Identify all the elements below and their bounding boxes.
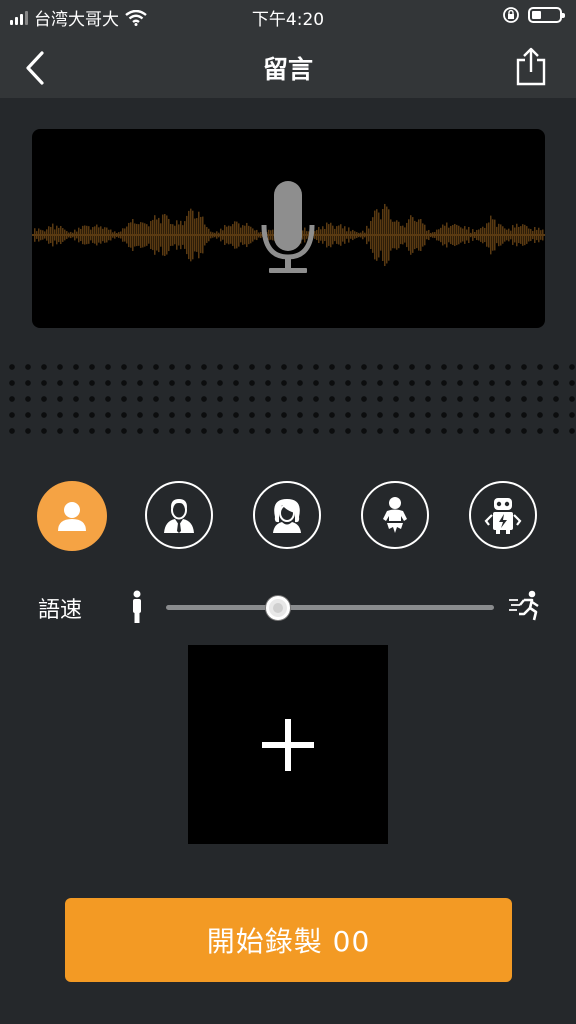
plus-icon bbox=[262, 718, 314, 771]
voice-man-button[interactable] bbox=[145, 481, 213, 549]
running-icon bbox=[509, 590, 539, 621]
speed-slider-thumb[interactable] bbox=[265, 596, 290, 620]
person-icon bbox=[58, 502, 86, 531]
voice-baby-button[interactable] bbox=[361, 481, 429, 549]
voice-selector bbox=[0, 481, 576, 553]
walking-icon bbox=[133, 590, 141, 623]
status-right bbox=[502, 6, 565, 24]
man-icon bbox=[164, 499, 194, 533]
nav-bar: 留言 bbox=[0, 34, 576, 98]
voice-default-button[interactable] bbox=[37, 481, 107, 551]
voice-robot-button[interactable] bbox=[469, 481, 537, 549]
waveform-panel bbox=[32, 129, 545, 328]
speed-label: 語速 bbox=[38, 598, 83, 623]
share-icon[interactable] bbox=[514, 46, 548, 86]
status-bar: 台湾大哥大 下午4:20 bbox=[0, 0, 576, 34]
microphone-icon[interactable] bbox=[32, 129, 545, 328]
baby-icon bbox=[383, 497, 407, 533]
start-recording-button[interactable]: 開始錄製 00 bbox=[65, 898, 512, 982]
woman-icon bbox=[273, 499, 301, 533]
speaker-grille bbox=[0, 355, 576, 443]
add-media-button[interactable] bbox=[188, 645, 388, 844]
battery-icon bbox=[528, 7, 565, 23]
speed-slider-track[interactable] bbox=[166, 605, 494, 610]
status-time: 下午4:20 bbox=[251, 10, 325, 30]
rotation-lock-icon bbox=[503, 7, 519, 23]
page-title: 留言 bbox=[262, 55, 313, 84]
robot-icon bbox=[484, 498, 522, 534]
voice-woman-button[interactable] bbox=[253, 481, 321, 549]
